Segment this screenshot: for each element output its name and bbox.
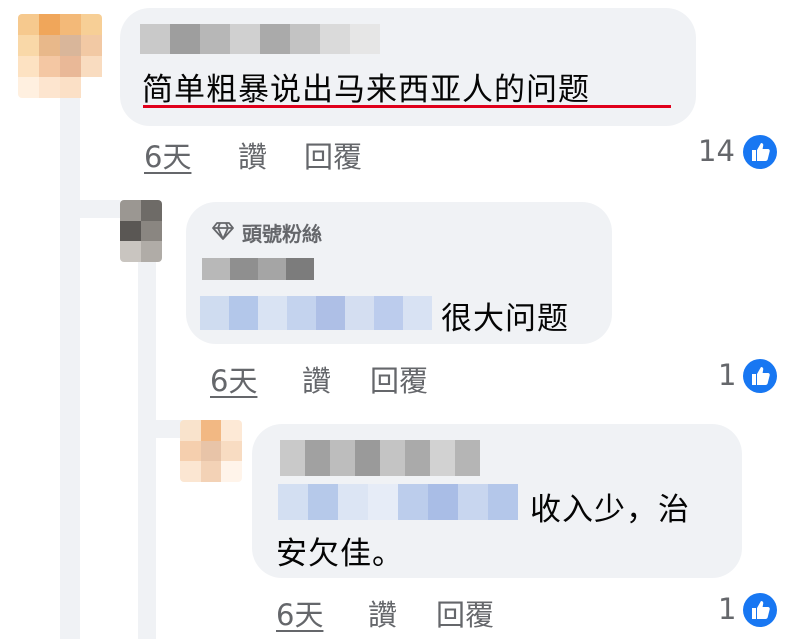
avatar[interactable] (18, 14, 102, 98)
like-icon[interactable] (743, 359, 777, 393)
mention-blurred[interactable] (200, 296, 432, 330)
reaction-count[interactable]: 14 (698, 134, 735, 168)
like-icon[interactable] (743, 135, 777, 169)
avatar[interactable] (180, 420, 242, 482)
highlight-underline (143, 105, 671, 108)
timestamp-link[interactable]: 6天 (210, 358, 257, 400)
author-name-blurred[interactable] (280, 440, 480, 476)
reply-button[interactable]: 回覆 (436, 592, 494, 634)
comment-text: 很大问题 (441, 301, 569, 337)
like-button[interactable]: 讚 (302, 358, 331, 400)
author-name-blurred[interactable] (202, 258, 314, 280)
like-button[interactable]: 讚 (368, 592, 397, 634)
avatar[interactable] (120, 200, 162, 262)
thread-line (138, 262, 156, 639)
like-icon[interactable] (743, 593, 777, 627)
comment-text-line2: 安欠佳。 (276, 536, 404, 572)
author-name-blurred[interactable] (140, 24, 380, 54)
thread-line (60, 80, 80, 639)
top-fan-badge: 頭號粉絲 (242, 222, 322, 246)
thread-line (60, 200, 120, 218)
timestamp-link[interactable]: 6天 (144, 134, 191, 176)
diamond-icon (212, 221, 234, 241)
like-button[interactable]: 讚 (238, 134, 267, 176)
reaction-count[interactable]: 1 (718, 358, 736, 392)
reply-button[interactable]: 回覆 (370, 358, 428, 400)
reaction-count[interactable]: 1 (718, 592, 736, 626)
reply-button[interactable]: 回覆 (304, 134, 362, 176)
comment-text-line1: 收入少，治 (530, 492, 690, 528)
timestamp-link[interactable]: 6天 (276, 592, 323, 634)
mention-blurred[interactable] (278, 484, 518, 520)
comment-text: 简单粗暴说出马来西亚人的问题 (142, 72, 590, 108)
